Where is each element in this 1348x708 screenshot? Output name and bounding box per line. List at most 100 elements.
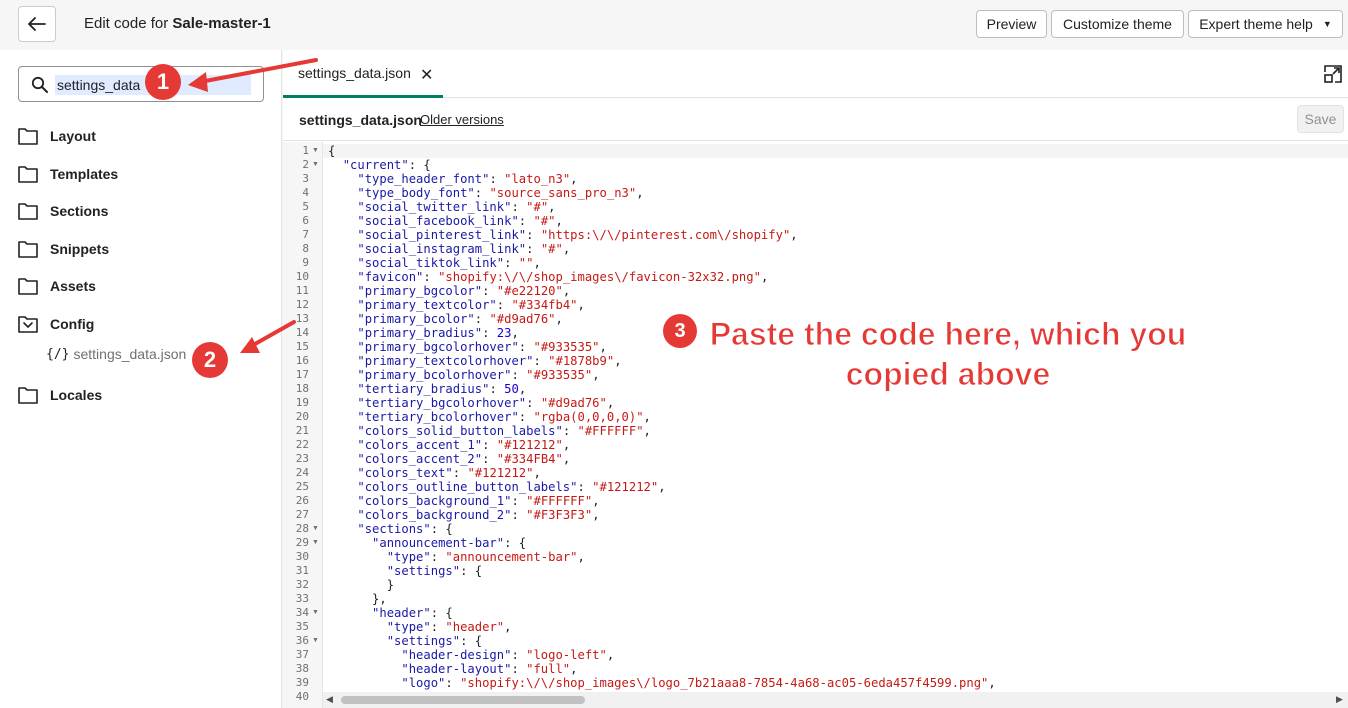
scrollbar-thumb[interactable]	[341, 696, 585, 704]
close-icon[interactable]: ✕	[420, 65, 433, 85]
search-icon	[31, 76, 48, 93]
code-line[interactable]: {	[328, 144, 335, 158]
code-line[interactable]: "tertiary_bgcolorhover": "#d9ad76",	[328, 396, 614, 410]
scroll-right-icon[interactable]: ▶	[1336, 694, 1343, 705]
code-line[interactable]: "primary_bradius": 23,	[328, 326, 518, 340]
scroll-left-icon[interactable]: ◀	[326, 694, 333, 705]
code-line[interactable]: "type_body_font": "source_sans_pro_n3",	[328, 186, 643, 200]
line-number: 17	[295, 368, 309, 381]
line-gutter: 1 ▼ 2 ▼ 3 4 5 6 7 8 9 10 11 12 13 14 15 16 17 18 19 20 21 22 23 2…	[283, 142, 323, 708]
expert-theme-help-button[interactable]: Expert theme help ▼	[1188, 10, 1343, 38]
file-settings-data[interactable]: {/} settings_data.json	[46, 346, 186, 362]
back-button[interactable]	[18, 6, 56, 42]
line-number: 25	[295, 480, 309, 493]
folder-snippets[interactable]: Snippets	[18, 237, 109, 261]
line-number: 31	[295, 564, 309, 577]
line-number: 26	[295, 494, 309, 507]
line-number: 35	[295, 620, 309, 633]
file-search-box[interactable]	[18, 66, 264, 102]
code-line[interactable]: },	[328, 592, 387, 606]
line-number: 4	[302, 186, 309, 199]
line-number: 7	[302, 228, 309, 241]
code-line[interactable]: "logo": "shopify:\/\/shop_images\/logo_7…	[328, 676, 995, 690]
tab-settings-data[interactable]: settings_data.json ✕	[283, 50, 443, 98]
code-line[interactable]: "type": "header",	[328, 620, 512, 634]
code-line[interactable]: "colors_accent_1": "#121212",	[328, 438, 570, 452]
code-line[interactable]: "primary_bcolorhover": "#933535",	[328, 368, 599, 382]
line-number: 15	[295, 340, 309, 353]
line-number: 21	[295, 424, 309, 437]
code-line[interactable]: "colors_solid_button_labels": "#FFFFFF",	[328, 424, 651, 438]
code-line[interactable]: }	[328, 578, 394, 592]
line-number: 1	[302, 144, 309, 157]
folder-sections[interactable]: Sections	[18, 199, 108, 223]
arrow-left-icon	[28, 17, 46, 31]
theme-name: Sale-master-1	[172, 15, 271, 32]
code-line[interactable]: "primary_textcolorhover": "#1878b9",	[328, 354, 621, 368]
code-line[interactable]: "favicon": "shopify:\/\/shop_images\/fav…	[328, 270, 768, 284]
code-line[interactable]: "settings": {	[328, 564, 482, 578]
folder-locales[interactable]: Locales	[18, 383, 102, 407]
code-line[interactable]: "settings": {	[328, 634, 482, 648]
code-line[interactable]: "primary_textcolor": "#334fb4",	[328, 298, 585, 312]
code-line[interactable]: "primary_bgcolorhover": "#933535",	[328, 340, 607, 354]
line-number: 12	[295, 298, 309, 311]
line-number: 24	[295, 466, 309, 479]
older-versions-link[interactable]: Older versions	[420, 112, 504, 127]
code-line[interactable]: "social_tiktok_link": "",	[328, 256, 540, 270]
save-button[interactable]: Save	[1297, 105, 1344, 133]
code-line[interactable]: "social_pinterest_link": "https:\/\/pint…	[328, 228, 797, 242]
code-line[interactable]: "social_facebook_link": "#",	[328, 214, 562, 228]
line-number: 32	[295, 578, 309, 591]
line-number: 33	[295, 592, 309, 605]
folder-config[interactable]: Config	[18, 312, 94, 336]
fold-toggle-icon[interactable]: ▼	[312, 522, 319, 536]
line-number: 9	[302, 256, 309, 269]
code-line[interactable]: "colors_accent_2": "#334FB4",	[328, 452, 570, 466]
folder-layout[interactable]: Layout	[18, 124, 96, 148]
line-number: 11	[295, 284, 309, 297]
code-line[interactable]: "social_twitter_link": "#",	[328, 200, 555, 214]
customize-theme-button[interactable]: Customize theme	[1051, 10, 1184, 38]
code-line[interactable]: "header-design": "logo-left",	[328, 648, 614, 662]
caret-down-icon: ▼	[1322, 19, 1332, 29]
code-line[interactable]: "header-layout": "full",	[328, 662, 577, 676]
code-line[interactable]: "colors_outline_button_labels": "#121212…	[328, 480, 665, 494]
code-line[interactable]: "tertiary_bcolorhover": "rgba(0,0,0,0)",	[328, 410, 651, 424]
expand-icon[interactable]	[1323, 64, 1343, 84]
code-line[interactable]: "header": {	[328, 606, 453, 620]
code-line[interactable]: "primary_bcolor": "#d9ad76",	[328, 312, 562, 326]
code-line[interactable]: "type": "announcement-bar",	[328, 550, 585, 564]
folder-assets[interactable]: Assets	[18, 274, 96, 298]
code-line[interactable]: "current": {	[328, 158, 431, 172]
code-line[interactable]: "colors_background_1": "#FFFFFF",	[328, 494, 599, 508]
file-name: settings_data.json	[299, 112, 422, 128]
fold-toggle-icon[interactable]: ▼	[312, 536, 319, 550]
line-number: 16	[295, 354, 309, 367]
annotation-badge-1: 1	[145, 64, 181, 100]
folder-icon	[18, 166, 38, 183]
code-content[interactable]: { "current": { "type_header_font": "lato…	[328, 142, 1338, 692]
code-editor[interactable]: 1 ▼ 2 ▼ 3 4 5 6 7 8 9 10 11 12 13 14 15 16 17 18 19 20 21 22 23 2…	[283, 142, 1348, 708]
folder-templates[interactable]: Templates	[18, 162, 118, 186]
horizontal-scrollbar[interactable]: ◀ ▶	[323, 692, 1348, 708]
line-number: 40	[295, 690, 309, 703]
code-line[interactable]: "social_instagram_link": "#",	[328, 242, 570, 256]
code-line[interactable]: "primary_bgcolor": "#e22120",	[328, 284, 570, 298]
code-line[interactable]: "colors_text": "#121212",	[328, 466, 540, 480]
folder-label: Config	[50, 316, 95, 332]
code-line[interactable]: "type_header_font": "lato_n3",	[328, 172, 577, 186]
fold-toggle-icon[interactable]: ▼	[312, 606, 319, 620]
code-line[interactable]: "colors_background_2": "#F3F3F3",	[328, 508, 599, 522]
line-number: 22	[295, 438, 309, 451]
code-line[interactable]: "announcement-bar": {	[328, 536, 526, 550]
fold-toggle-icon[interactable]: ▼	[312, 158, 319, 172]
fold-toggle-icon[interactable]: ▼	[312, 144, 319, 158]
folder-icon	[18, 241, 38, 258]
line-number: 29	[295, 536, 309, 549]
line-number: 6	[302, 214, 309, 227]
fold-toggle-icon[interactable]: ▼	[312, 634, 319, 648]
code-line[interactable]: "sections": {	[328, 522, 452, 536]
code-line[interactable]: "tertiary_bradius": 50,	[328, 382, 526, 396]
preview-button[interactable]: Preview	[976, 10, 1047, 38]
